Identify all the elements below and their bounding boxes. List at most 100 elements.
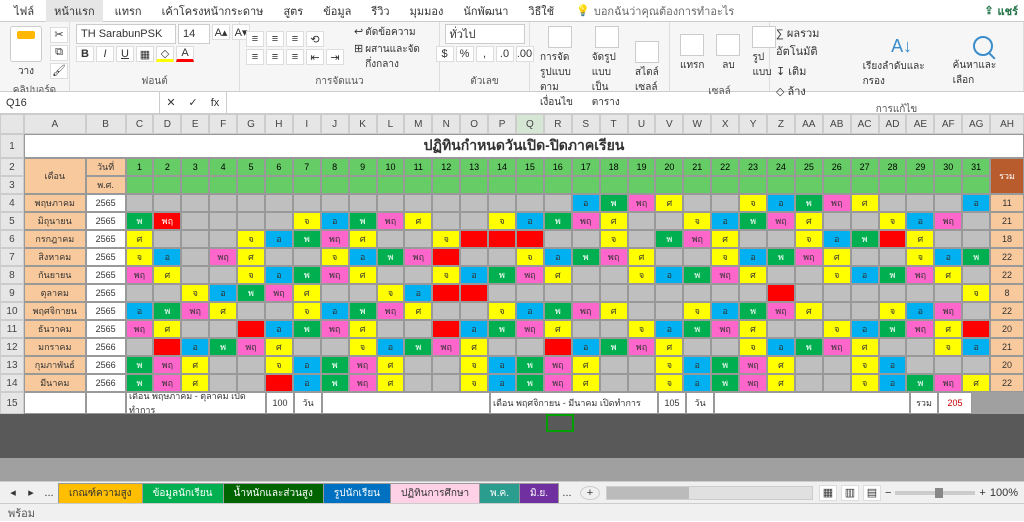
delete-cells-button[interactable]: ลบ [712, 32, 744, 75]
cell-r1-d22[interactable]: พ [739, 212, 767, 230]
cell-r6-d3[interactable]: ศ [209, 302, 237, 320]
cell-r8-d26[interactable]: ศ [851, 338, 879, 356]
border-button[interactable]: ▦ [136, 46, 154, 62]
cell-r8-d22[interactable]: จ [739, 338, 767, 356]
cell-r8-d21[interactable] [711, 338, 739, 356]
cell-r7-d6[interactable]: พ [293, 320, 321, 338]
cell-r9-d12[interactable]: จ [460, 356, 488, 374]
sheet-tab-0[interactable]: เกณฑ์ความสูง [58, 483, 143, 503]
cell-r4-d15[interactable]: ศ [544, 266, 572, 284]
cell-r3-d1[interactable]: อ [153, 248, 181, 266]
cell-styles-button[interactable]: สไตล์เซลล์ [631, 39, 663, 97]
cell-r10-d10[interactable] [404, 374, 432, 392]
cell-r4-d4[interactable]: จ [237, 266, 265, 284]
cell-r7-d25[interactable]: จ [823, 320, 851, 338]
cell-r6-d20[interactable]: จ [683, 302, 711, 320]
cell-r5-d8[interactable] [349, 284, 377, 302]
cell-r4-d8[interactable]: ศ [349, 266, 377, 284]
cell-r7-d1[interactable]: ศ [153, 320, 181, 338]
cell-r9-d14[interactable]: พ [516, 356, 544, 374]
cell-r10-d5[interactable] [265, 374, 293, 392]
align-bot-button[interactable]: ≡ [286, 31, 304, 47]
col-header-Z[interactable]: Z [767, 114, 795, 134]
cell-r3-d28[interactable]: จ [906, 248, 934, 266]
cell-r3-d27[interactable] [879, 248, 907, 266]
cell-r3-d15[interactable]: อ [544, 248, 572, 266]
cell-r1-d18[interactable] [628, 212, 656, 230]
cell-r3-d17[interactable]: พฤ [600, 248, 628, 266]
cell-r9-d28[interactable] [906, 356, 934, 374]
cell-r0-d24[interactable]: พ [795, 194, 823, 212]
share-button[interactable]: ⇪ แชร์ [984, 2, 1018, 20]
cell-r6-d28[interactable]: อ [906, 302, 934, 320]
cell-r9-d6[interactable]: อ [293, 356, 321, 374]
cell-r3-d26[interactable] [851, 248, 879, 266]
cell-r0-d20[interactable] [683, 194, 711, 212]
cell-r10-d0[interactable]: พ [126, 374, 154, 392]
cell-r3-d6[interactable] [293, 248, 321, 266]
col-header-U[interactable]: U [628, 114, 656, 134]
col-header-W[interactable]: W [683, 114, 711, 134]
cell-r1-d26[interactable] [851, 212, 879, 230]
cell-r3-d12[interactable] [460, 248, 488, 266]
align-right-button[interactable]: ≡ [286, 49, 304, 65]
menu-home[interactable]: หน้าแรก [46, 0, 103, 22]
cell-r9-d29[interactable] [934, 356, 962, 374]
cell-r6-d18[interactable] [628, 302, 656, 320]
cell-r7-d0[interactable]: พฤ [126, 320, 154, 338]
cell-r0-d17[interactable]: พ [600, 194, 628, 212]
cell-r7-d7[interactable]: พฤ [321, 320, 349, 338]
cell-r1-d7[interactable]: อ [321, 212, 349, 230]
cell-r5-d6[interactable]: ศ [293, 284, 321, 302]
col-header-AC[interactable]: AC [851, 114, 879, 134]
find-select-button[interactable]: ค้นหาและเลือก [949, 34, 1017, 90]
merge-button[interactable]: ⊞ผสานและจัดกึ่งกลาง [354, 42, 433, 72]
col-header-AB[interactable]: AB [823, 114, 851, 134]
cell-r7-d14[interactable]: พฤ [516, 320, 544, 338]
cell-r8-d28[interactable] [906, 338, 934, 356]
copy-button[interactable]: ⧉ [50, 45, 68, 61]
cell-r8-d11[interactable]: พฤ [432, 338, 460, 356]
cell-r10-d27[interactable]: อ [879, 374, 907, 392]
cell-r2-d28[interactable]: ศ [906, 230, 934, 248]
cell-r1-d25[interactable] [823, 212, 851, 230]
cell-r1-d30[interactable] [962, 212, 990, 230]
cell-r2-d1[interactable] [153, 230, 181, 248]
sheet-tab-2[interactable]: น้ำหนักและส่วนสูง [223, 483, 324, 503]
cell-r1-d1[interactable]: พฤ [153, 212, 181, 230]
cell-r9-d7[interactable]: พ [321, 356, 349, 374]
cell-r5-d5[interactable]: พฤ [265, 284, 293, 302]
cell-r1-d24[interactable]: ศ [795, 212, 823, 230]
cell-r2-d3[interactable] [209, 230, 237, 248]
view-break-button[interactable]: ▤ [863, 485, 881, 501]
cell-r2-d16[interactable] [572, 230, 600, 248]
cell-r9-d5[interactable]: จ [265, 356, 293, 374]
cell-r1-d9[interactable]: พฤ [377, 212, 405, 230]
cell-r3-d0[interactable]: จ [126, 248, 154, 266]
cell-r3-d11[interactable] [432, 248, 460, 266]
cell-r8-d17[interactable]: พ [600, 338, 628, 356]
col-header-K[interactable]: K [349, 114, 377, 134]
cell-r1-d23[interactable]: พฤ [767, 212, 795, 230]
col-header-C[interactable]: C [126, 114, 154, 134]
cell-r7-d8[interactable]: ศ [349, 320, 377, 338]
col-header-P[interactable]: P [488, 114, 516, 134]
cell-r5-d29[interactable] [934, 284, 962, 302]
cell-r6-d16[interactable]: พฤ [572, 302, 600, 320]
cell-r7-d4[interactable] [237, 320, 265, 338]
col-header-B[interactable]: B [86, 114, 126, 134]
cell-r6-d29[interactable]: พฤ [934, 302, 962, 320]
cell-r9-d13[interactable]: อ [488, 356, 516, 374]
cell-r1-d17[interactable]: ศ [600, 212, 628, 230]
cell-r2-d17[interactable]: จ [600, 230, 628, 248]
add-sheet-button[interactable]: + [580, 486, 600, 500]
cell-r4-d25[interactable]: จ [823, 266, 851, 284]
cell-r5-d22[interactable] [739, 284, 767, 302]
cell-r5-d3[interactable]: อ [209, 284, 237, 302]
cell-r6-d6[interactable]: จ [293, 302, 321, 320]
col-header-J[interactable]: J [321, 114, 349, 134]
cell-r8-d29[interactable]: จ [934, 338, 962, 356]
col-header-M[interactable]: M [404, 114, 432, 134]
cell-r1-d29[interactable]: พฤ [934, 212, 962, 230]
cell-r4-d24[interactable] [795, 266, 823, 284]
